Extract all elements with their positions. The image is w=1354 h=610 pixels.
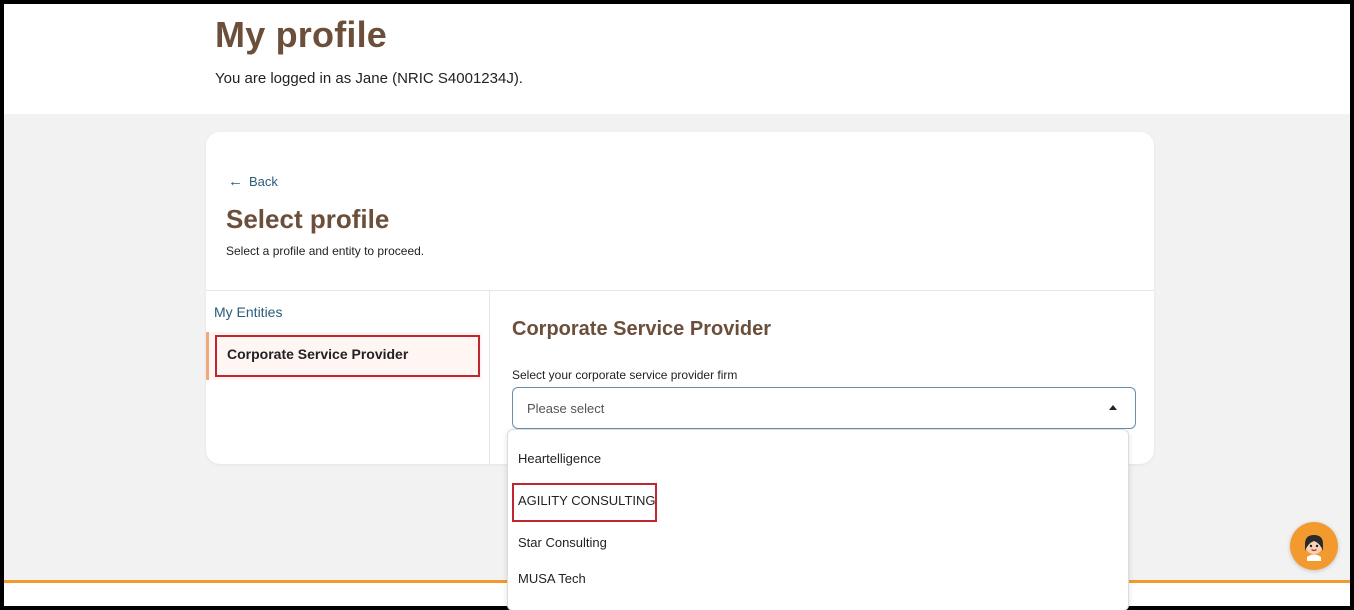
- sidebar-item-corporate-service-provider[interactable]: Corporate Service Provider: [206, 332, 482, 380]
- section-title: Corporate Service Provider: [512, 318, 771, 340]
- option-label: MUSA Tech: [518, 571, 586, 586]
- dropdown-option[interactable]: MUSA Tech: [508, 560, 1128, 596]
- select-profile-card: ← Back Select profile Select a profile a…: [206, 132, 1154, 464]
- firm-select[interactable]: Please select: [512, 387, 1136, 429]
- chat-button[interactable]: [1290, 522, 1338, 570]
- option-label: Star Consulting: [518, 535, 607, 550]
- card-divider: [206, 290, 1154, 291]
- option-label: AGILITY CONSULTING: [518, 493, 656, 508]
- logged-in-text: You are logged in as Jane (NRIC S4001234…: [215, 70, 523, 87]
- page-title: My profile: [215, 14, 388, 55]
- back-label: Back: [249, 174, 278, 189]
- chat-avatar-icon: [1305, 535, 1323, 561]
- card-title: Select profile: [226, 204, 390, 234]
- dropdown-option[interactable]: Heartelligence: [508, 440, 1128, 476]
- sidebar-heading: My Entities: [214, 304, 283, 320]
- caret-up-icon: [1109, 405, 1117, 410]
- dropdown-option[interactable]: Star Consulting: [508, 524, 1128, 560]
- sidebar-divider: [489, 290, 490, 464]
- firm-dropdown-menu: Heartelligence AGILITY CONSULTING Star C…: [507, 429, 1129, 610]
- sidebar-item-label: Corporate Service Provider: [227, 346, 409, 362]
- field-label: Select your corporate service provider f…: [512, 368, 738, 382]
- page-header: My profile You are logged in as Jane (NR…: [4, 4, 1350, 114]
- arrow-left-icon: ←: [228, 173, 243, 190]
- option-label: Heartelligence: [518, 451, 602, 466]
- back-link[interactable]: ← Back: [228, 174, 278, 189]
- dropdown-option[interactable]: AGILITY CONSULTING: [508, 482, 1128, 522]
- select-placeholder: Please select: [527, 401, 605, 416]
- card-subtitle: Select a profile and entity to proceed.: [226, 244, 425, 258]
